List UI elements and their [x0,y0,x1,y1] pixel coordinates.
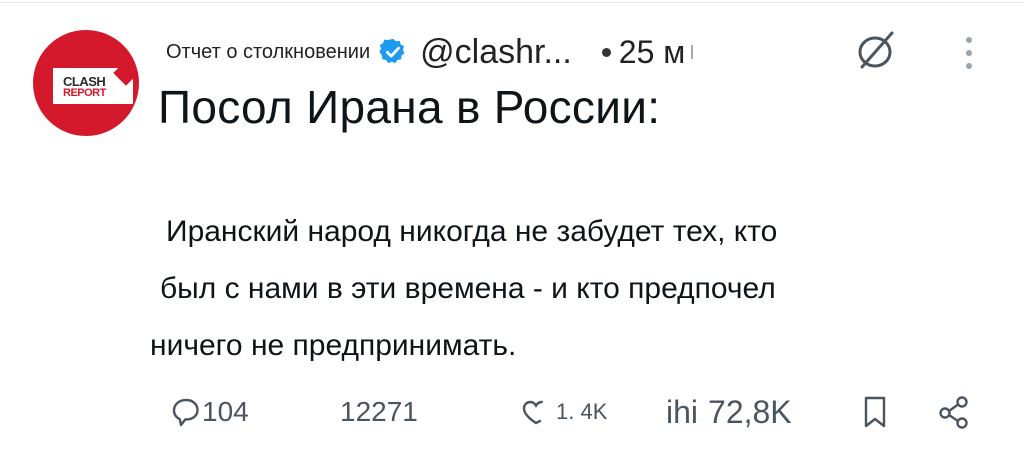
post-body-line: Иранский народ никогда не забудет тех, к… [166,215,778,248]
author-name[interactable]: Отчет о столкновении [166,41,370,64]
post-body-line: ничего не предпринимать. [150,329,517,362]
avatar-logo-text-report: REPORT [63,87,106,99]
grok-icon[interactable] [854,30,898,72]
views-count: 72,8K [708,393,792,430]
repost-count: 12271 [340,396,418,427]
share-button[interactable] [936,390,972,434]
views-count-prefix: ihi [666,393,699,430]
reply-button[interactable]: 104 [170,390,249,434]
more-icon[interactable] [963,35,975,71]
separator-dot [601,47,611,57]
views-button[interactable]: ihi 72,8K [666,390,792,434]
post-title: Посол Ирана в России: [158,81,661,133]
reply-count: 104 [202,396,249,427]
repost-button[interactable]: 12271 [340,390,418,434]
action-bar: 104 12271 1. 4K ihi 72,8K [0,390,1024,434]
author-handle[interactable]: @clashr... [420,33,572,72]
verified-badge-icon [378,37,408,67]
post-body-line: был с нами в эти времена - и кто предпоч… [160,272,776,305]
bookmark-button[interactable] [860,390,890,434]
post-header: Отчет о столкновении @clashr... 25 м [166,30,694,74]
like-icon [522,400,543,425]
share-icon [939,396,968,429]
post-body: Иранский народ никогда не забудет тех, к… [150,203,960,374]
reply-icon [172,398,199,427]
post-time[interactable]: 25 м [619,34,685,71]
bookmark-icon [864,396,886,428]
like-button[interactable]: 1. 4K [520,390,607,434]
time-truncation-mark [691,45,694,59]
top-divider [0,2,1024,3]
avatar[interactable]: CLASH REPORT [33,30,139,136]
like-count: 1. 4K [556,399,608,424]
